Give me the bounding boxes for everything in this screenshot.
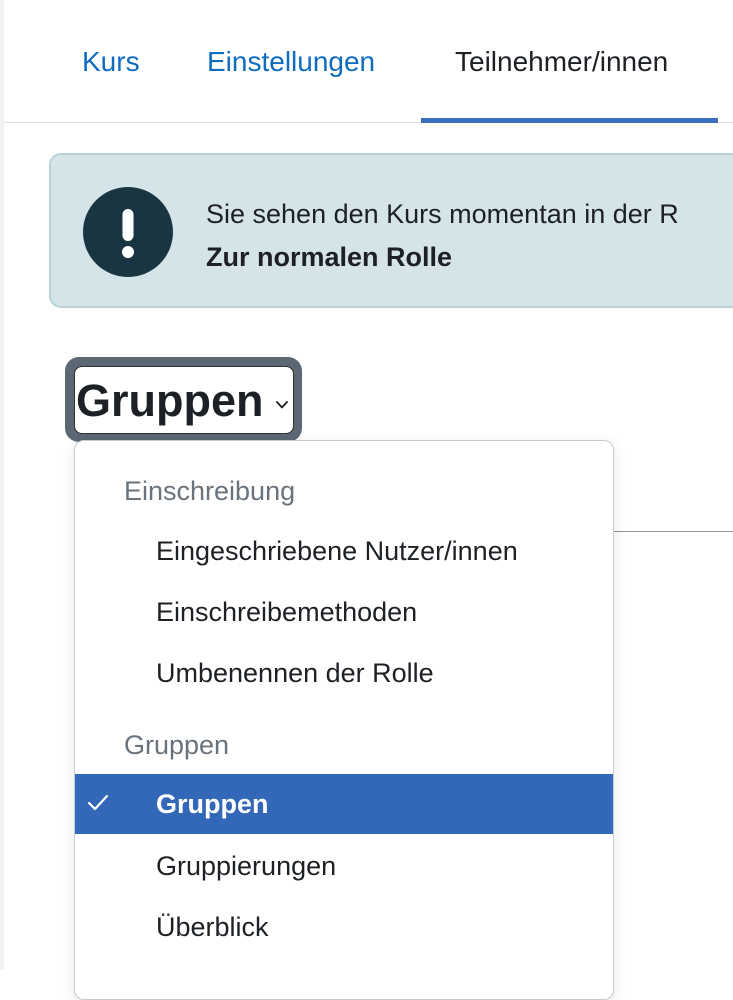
- select-options-menu: Einschreibung Eingeschriebene Nutzer/inn…: [74, 440, 614, 1000]
- menu-item-label: Überblick: [156, 912, 269, 942]
- menu-item-label: Eingeschriebene Nutzer/innen: [156, 536, 518, 566]
- return-to-normal-role-link[interactable]: Zur normalen Rolle: [206, 238, 452, 276]
- role-switch-alert: Sie sehen den Kurs momentan in der R Zur…: [49, 153, 733, 308]
- active-tab-indicator: [421, 118, 718, 123]
- tab-einstellungen[interactable]: Einstellungen: [207, 44, 375, 80]
- table-edge: [613, 531, 733, 532]
- menu-item-label: Gruppen: [156, 789, 269, 819]
- left-border: [0, 0, 4, 969]
- menu-group-header: Gruppen: [124, 730, 230, 760]
- menu-item-gruppierungen[interactable]: Gruppierungen: [75, 836, 613, 896]
- select-value: Gruppen: [76, 375, 264, 426]
- check-icon: [87, 794, 109, 817]
- menu-item-label: Umbenennen der Rolle: [156, 658, 434, 688]
- secondary-navigation: Kurs Einstellungen Teilnehmer/innen: [4, 0, 733, 123]
- tab-kurs[interactable]: Kurs: [82, 44, 140, 80]
- menu-item-gruppen[interactable]: Gruppen: [75, 774, 613, 834]
- chevron-down-icon: [275, 397, 289, 415]
- menu-item-einschreibemethoden[interactable]: Einschreibemethoden: [75, 582, 613, 642]
- page-select-dropdown[interactable]: Gruppen: [74, 366, 294, 434]
- menu-item-eingeschriebene-nutzer[interactable]: Eingeschriebene Nutzer/innen: [75, 521, 613, 581]
- menu-group-header: Einschreibung: [124, 476, 296, 506]
- tab-teilnehmer[interactable]: Teilnehmer/innen: [455, 44, 668, 80]
- alert-message: Sie sehen den Kurs momentan in der R: [206, 199, 679, 229]
- menu-item-label: Gruppierungen: [156, 851, 337, 881]
- menu-item-ueberblick[interactable]: Überblick: [75, 897, 613, 957]
- menu-item-umbenennen-rolle[interactable]: Umbenennen der Rolle: [75, 643, 613, 703]
- exclamation-icon: [83, 187, 173, 277]
- menu-item-label: Einschreibemethoden: [156, 597, 418, 627]
